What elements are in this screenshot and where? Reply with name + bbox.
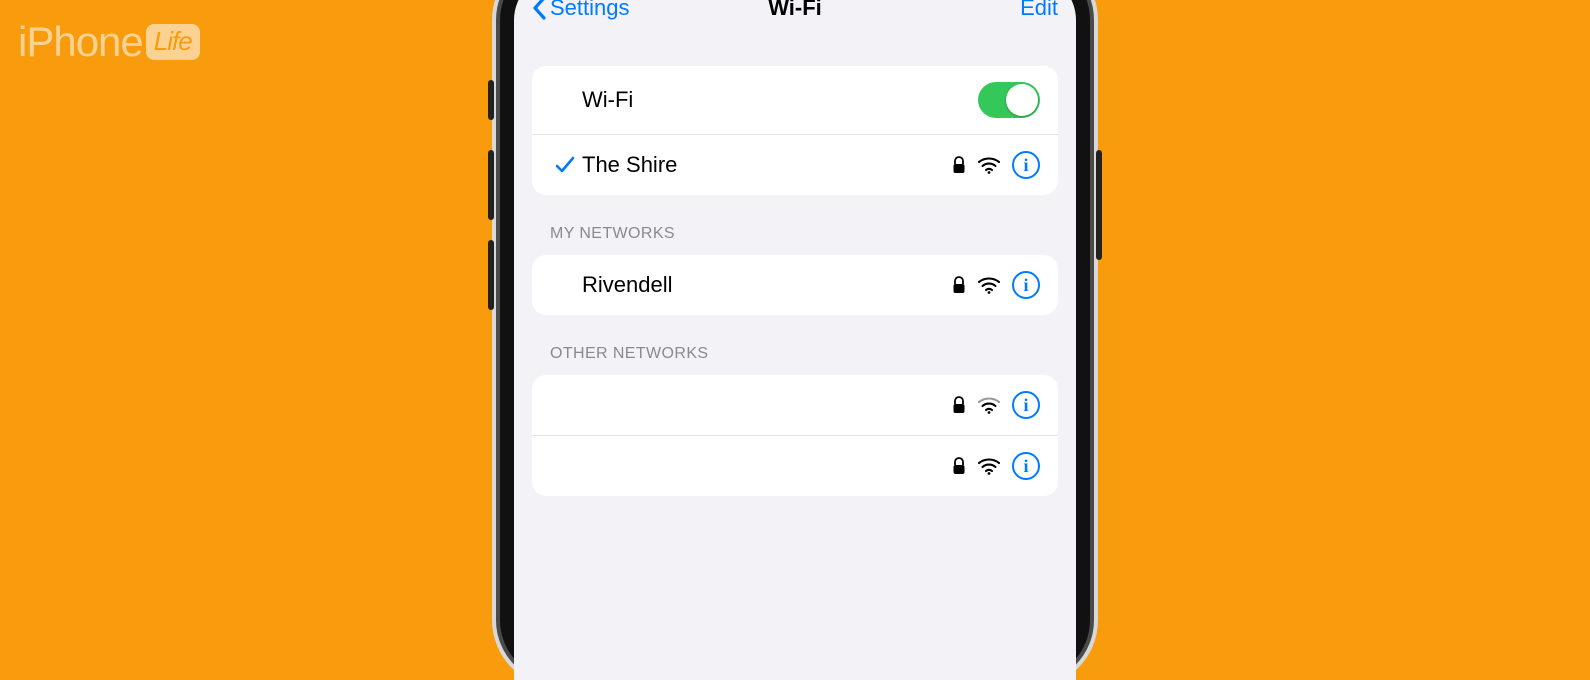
back-label: Settings (550, 0, 630, 21)
wifi-signal-icon (978, 457, 1000, 475)
volume-up-button (488, 150, 494, 220)
info-button[interactable]: i (1012, 271, 1040, 299)
network-name: Rivendell (582, 272, 952, 298)
connected-network-name: The Shire (582, 152, 952, 178)
lock-icon (952, 396, 966, 414)
info-button[interactable]: i (1012, 452, 1040, 480)
network-row[interactable]: i (532, 436, 1058, 496)
wifi-toggle-row[interactable]: Wi-Fi (532, 66, 1058, 135)
lock-icon (952, 156, 966, 174)
wifi-signal-icon (978, 156, 1000, 174)
edit-button[interactable]: Edit (1020, 0, 1058, 21)
info-button[interactable]: i (1012, 151, 1040, 179)
wifi-signal-icon (978, 396, 1000, 414)
back-button[interactable]: Settings (532, 0, 630, 21)
my-networks-header: MY NETWORKS (550, 225, 1040, 243)
info-button[interactable]: i (1012, 391, 1040, 419)
volume-down-button (488, 240, 494, 310)
my-networks-section: Rivendell i (532, 255, 1058, 315)
other-networks-section: i i (532, 375, 1058, 496)
wifi-toggle-label: Wi-Fi (582, 87, 978, 113)
chevron-left-icon (532, 0, 546, 20)
toggle-knob (1006, 84, 1038, 116)
watermark-sub: Life (146, 24, 200, 60)
wifi-signal-icon (978, 276, 1000, 294)
power-button (1096, 150, 1102, 260)
network-row[interactable]: i (532, 375, 1058, 436)
phone-device-frame: Settings Wi-Fi Edit Wi-Fi The Shire (500, 0, 1090, 680)
lock-icon (952, 276, 966, 294)
watermark: iPhone Life (18, 18, 200, 66)
watermark-brand: iPhone (18, 18, 143, 66)
checkmark-icon (548, 154, 582, 176)
wifi-toggle-switch[interactable] (978, 82, 1040, 118)
navbar: Settings Wi-Fi Edit (514, 0, 1076, 42)
wifi-main-section: Wi-Fi The Shire (532, 66, 1058, 195)
lock-icon (952, 457, 966, 475)
mute-switch (488, 80, 494, 120)
network-name-blurred (582, 396, 952, 414)
other-networks-header: OTHER NETWORKS (550, 345, 1040, 363)
network-name-blurred (582, 457, 952, 475)
screen: Settings Wi-Fi Edit Wi-Fi The Shire (514, 0, 1076, 680)
connected-network-row[interactable]: The Shire i (532, 135, 1058, 195)
network-row[interactable]: Rivendell i (532, 255, 1058, 315)
